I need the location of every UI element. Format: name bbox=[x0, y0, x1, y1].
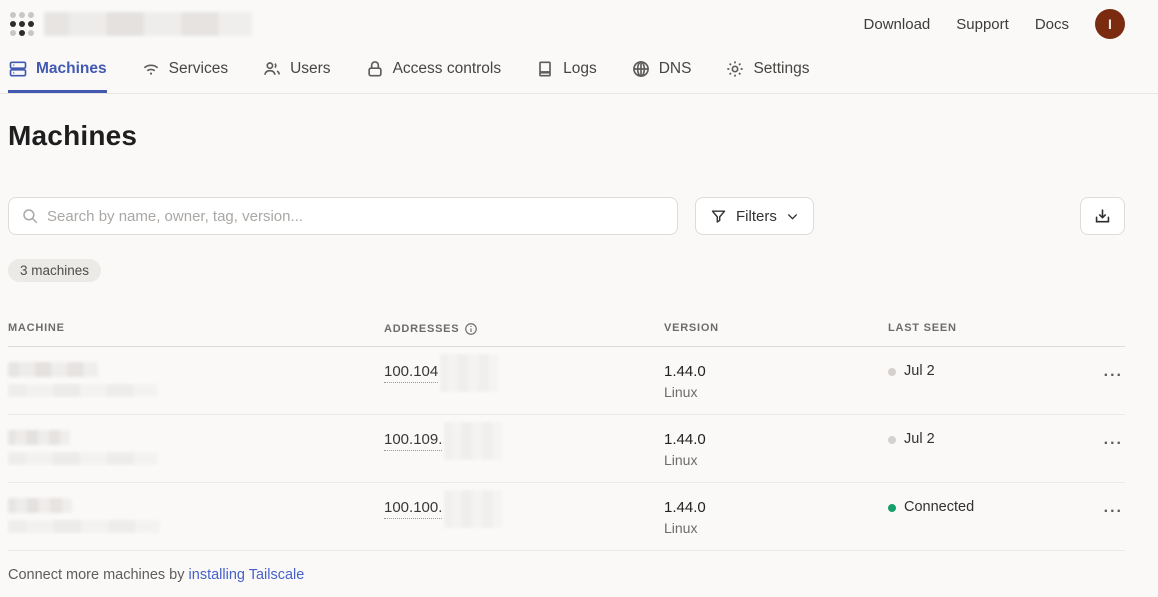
user-avatar[interactable]: I bbox=[1095, 9, 1125, 39]
machine-name-redacted bbox=[8, 362, 98, 377]
version-value: 1.44.0 bbox=[664, 498, 888, 517]
last-seen-value: Connected bbox=[904, 498, 974, 517]
gear-icon bbox=[725, 59, 745, 79]
page-title: Machines bbox=[8, 120, 1125, 152]
machine-owner-redacted bbox=[8, 384, 158, 397]
col-addresses: ADDRESSES bbox=[384, 322, 664, 336]
address-suffix-redacted bbox=[444, 490, 502, 528]
table-row: 100.104 1.44.0 Linux Jul 2 ... bbox=[8, 347, 1125, 415]
tab-label: Machines bbox=[36, 60, 107, 78]
tab-label: Access controls bbox=[393, 60, 502, 78]
address-link[interactable]: 100.100. bbox=[384, 498, 442, 519]
row-menu-button[interactable]: ... bbox=[1102, 498, 1125, 517]
tab-settings[interactable]: Settings bbox=[725, 48, 809, 93]
tab-label: Logs bbox=[563, 60, 597, 78]
info-icon[interactable] bbox=[464, 322, 478, 336]
tailscale-logo-icon bbox=[8, 10, 36, 38]
tab-dns[interactable]: DNS bbox=[631, 48, 692, 93]
search-icon bbox=[21, 207, 39, 225]
tab-label: Services bbox=[169, 60, 228, 78]
download-icon bbox=[1093, 207, 1112, 226]
row-menu-button[interactable]: ... bbox=[1102, 430, 1125, 449]
tab-label: Users bbox=[290, 60, 330, 78]
tab-access-controls[interactable]: Access controls bbox=[365, 48, 502, 93]
version-value: 1.44.0 bbox=[664, 430, 888, 449]
tab-label: Settings bbox=[753, 60, 809, 78]
col-version: VERSION bbox=[664, 322, 888, 334]
col-machine: MACHINE bbox=[8, 322, 384, 334]
book-icon bbox=[535, 59, 555, 79]
table-row: 100.100. 1.44.0 Linux Connected ... bbox=[8, 483, 1125, 551]
machine-name-redacted bbox=[8, 430, 70, 445]
last-seen-value: Jul 2 bbox=[904, 430, 935, 449]
col-last-seen: LAST SEEN bbox=[888, 322, 1085, 334]
machine-owner-redacted bbox=[8, 520, 160, 533]
status-dot-offline bbox=[888, 368, 896, 376]
address-link[interactable]: 100.109. bbox=[384, 430, 442, 451]
status-dot-offline bbox=[888, 436, 896, 444]
machine-name-redacted bbox=[8, 498, 72, 513]
users-icon bbox=[262, 59, 282, 79]
chevron-down-icon bbox=[786, 210, 799, 223]
lock-icon bbox=[365, 59, 385, 79]
machine-count-badge: 3 machines bbox=[8, 259, 101, 282]
export-download-button[interactable] bbox=[1080, 197, 1125, 235]
address-suffix-redacted bbox=[440, 354, 498, 392]
os-label: Linux bbox=[664, 452, 888, 468]
search-box bbox=[8, 197, 678, 235]
server-icon bbox=[8, 59, 28, 79]
support-link[interactable]: Support bbox=[956, 16, 1009, 33]
address-link[interactable]: 100.104 bbox=[384, 362, 438, 383]
status-dot-connected bbox=[888, 504, 896, 512]
search-input[interactable] bbox=[47, 208, 665, 225]
install-tailscale-link[interactable]: installing Tailscale bbox=[189, 567, 305, 583]
row-menu-button[interactable]: ... bbox=[1102, 362, 1125, 381]
filters-button[interactable]: Filters bbox=[695, 197, 814, 235]
machine-name-link[interactable] bbox=[8, 362, 384, 397]
docs-link[interactable]: Docs bbox=[1035, 16, 1069, 33]
connect-more-hint: Connect more machines by installing Tail… bbox=[8, 567, 1125, 583]
download-link[interactable]: Download bbox=[864, 16, 931, 33]
funnel-icon bbox=[710, 208, 727, 225]
version-value: 1.44.0 bbox=[664, 362, 888, 381]
tab-machines[interactable]: Machines bbox=[8, 48, 107, 93]
machine-name-link[interactable] bbox=[8, 430, 384, 465]
tailnet-name-redacted bbox=[44, 12, 252, 36]
last-seen-value: Jul 2 bbox=[904, 362, 935, 381]
table-header-row: MACHINE ADDRESSES VERSION LAST SEEN bbox=[8, 322, 1125, 347]
globe-icon bbox=[631, 59, 651, 79]
top-header: Download Support Docs I bbox=[0, 0, 1158, 48]
address-suffix-redacted bbox=[444, 422, 502, 460]
os-label: Linux bbox=[664, 520, 888, 536]
connect-more-text: Connect more machines by bbox=[8, 567, 185, 583]
os-label: Linux bbox=[664, 384, 888, 400]
wifi-icon bbox=[141, 59, 161, 79]
main-nav: Machines Services Users Access controls bbox=[0, 48, 1158, 94]
tab-label: DNS bbox=[659, 60, 692, 78]
machines-table: MACHINE ADDRESSES VERSION LAST SEEN 100.… bbox=[8, 322, 1125, 551]
machine-owner-redacted bbox=[8, 452, 158, 465]
tab-logs[interactable]: Logs bbox=[535, 48, 597, 93]
filters-label: Filters bbox=[736, 208, 777, 225]
tab-users[interactable]: Users bbox=[262, 48, 330, 93]
machine-name-link[interactable] bbox=[8, 498, 384, 533]
table-row: 100.109. 1.44.0 Linux Jul 2 ... bbox=[8, 415, 1125, 483]
tab-services[interactable]: Services bbox=[141, 48, 228, 93]
